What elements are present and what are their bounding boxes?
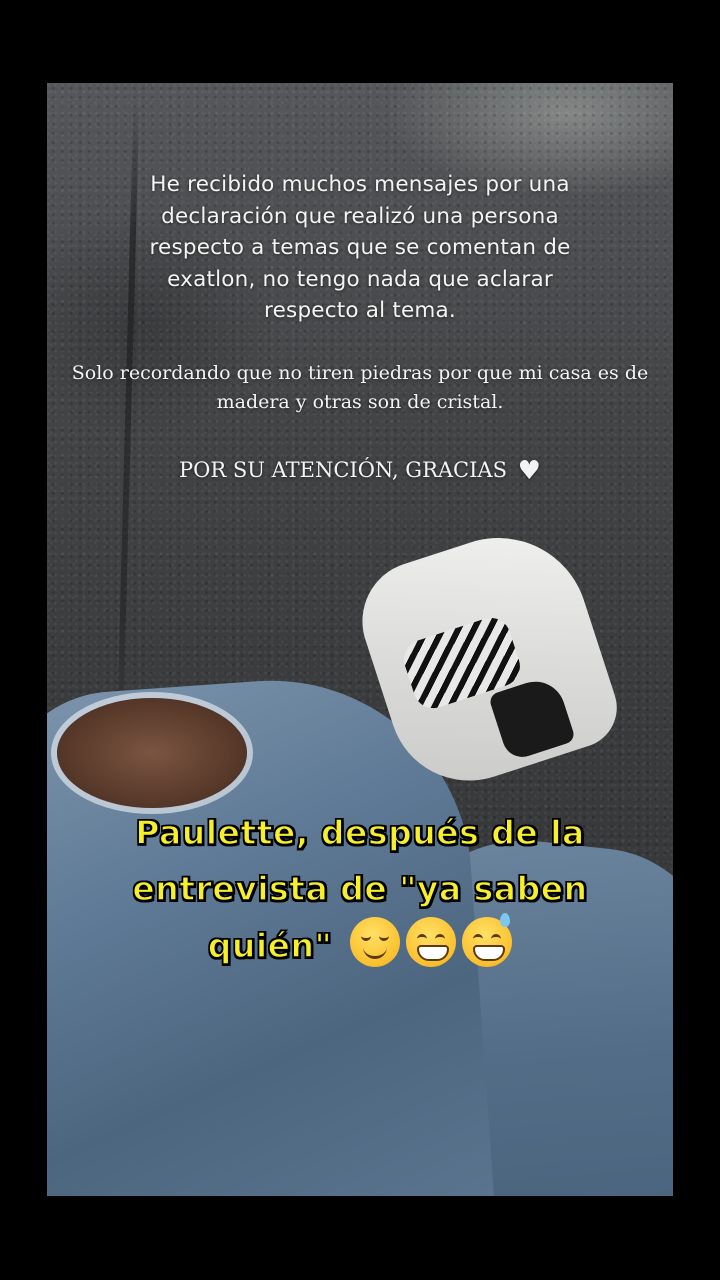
- ripped-knee: [57, 698, 247, 808]
- grinning-face-icon: [406, 917, 457, 967]
- grinning-sweat-face-icon: [462, 913, 513, 967]
- story-message-1: He recibido muchos mensajes por una decl…: [149, 172, 571, 323]
- story-message-3: POR SU ATENCIÓN, GRACIAS ♥: [47, 455, 673, 486]
- story-message-3-text: POR SU ATENCIÓN, GRACIAS: [179, 458, 507, 482]
- relieved-face-icon: [350, 917, 401, 967]
- video-caption: Paulette, después de la entrevista de "y…: [47, 805, 673, 974]
- story-message-2: Solo recordando que no tiren piedras por…: [71, 362, 649, 413]
- story-frame: He recibido muchos mensajes por una decl…: [47, 83, 673, 1196]
- white-heart-icon: ♥: [517, 456, 541, 486]
